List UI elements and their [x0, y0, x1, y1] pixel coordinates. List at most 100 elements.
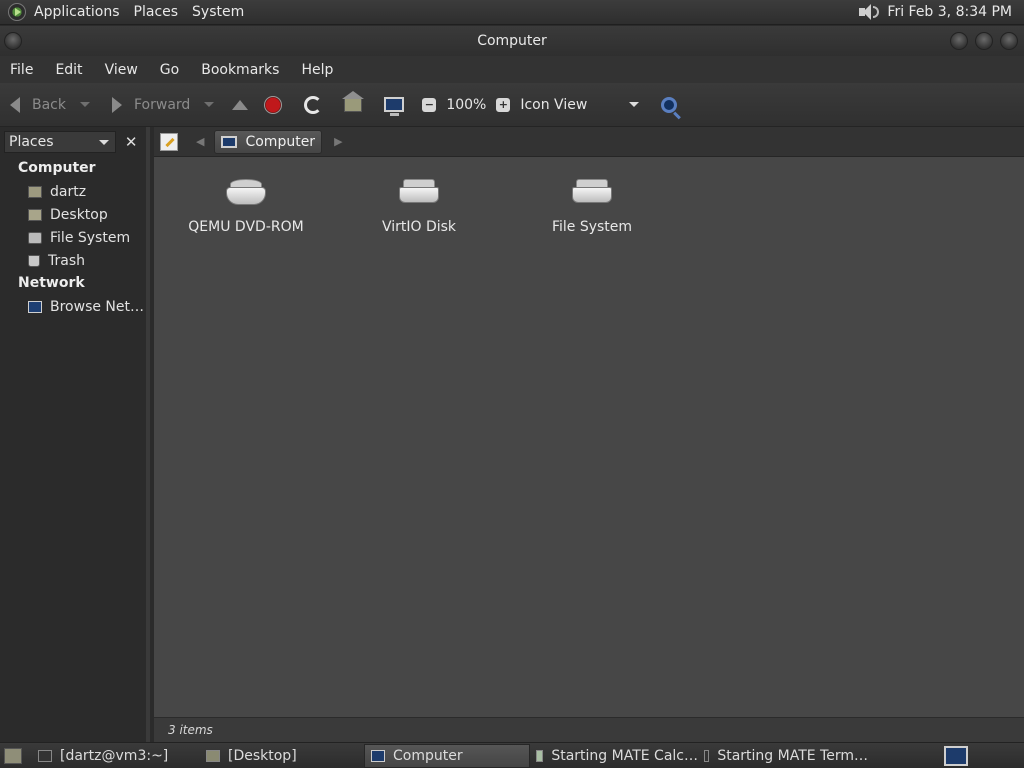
close-icon[interactable]: ✕	[120, 131, 142, 153]
file-item-virtio-disk[interactable]: VirtIO Disk	[344, 175, 494, 235]
computer-icon[interactable]	[384, 97, 405, 116]
sidebar-item-browse-network[interactable]: Browse Net…	[0, 295, 146, 318]
window-menu-button[interactable]	[4, 32, 22, 50]
sidebar-item-label: dartz	[50, 183, 87, 200]
clock[interactable]: Fri Feb 3, 8:34 PM	[887, 4, 1012, 20]
trash-icon	[28, 254, 40, 267]
volume-icon[interactable]	[857, 3, 880, 21]
zoom-out-icon[interactable]: −	[422, 97, 437, 112]
taskbar-label: Starting MATE Calc…	[551, 747, 698, 764]
sidebar-item-desktop[interactable]: Desktop	[0, 203, 146, 226]
taskbar-label: Computer	[393, 747, 463, 764]
taskbar-label: [Desktop]	[228, 747, 297, 764]
sidebar-item-label: File System	[50, 229, 131, 246]
hard-disk-icon	[28, 231, 42, 244]
menu-file[interactable]: File	[10, 62, 33, 78]
computer-icon	[371, 749, 385, 762]
location-bar: ◀ Computer ▶	[154, 127, 1024, 157]
bottom-panel: [dartz@vm3:~] [Desktop] Computer Startin…	[0, 742, 1024, 768]
menu-go[interactable]: Go	[160, 62, 179, 78]
breadcrumb-label: Computer	[245, 133, 316, 150]
breadcrumb-computer[interactable]: Computer	[214, 129, 323, 154]
sidebar-item-label: Trash	[48, 252, 85, 269]
taskbar-label: Starting MATE Term…	[717, 747, 868, 764]
side-pane-header: Places ✕	[0, 127, 146, 157]
sidebar-item-dartz[interactable]: dartz	[0, 180, 146, 203]
calculator-icon	[536, 749, 544, 762]
sidebar-item-trash[interactable]: Trash	[0, 249, 146, 272]
forward-button[interactable]: Forward	[112, 96, 215, 113]
reload-icon[interactable]	[304, 95, 323, 114]
top-panel: Applications Places System Fri Feb 3, 8:…	[0, 0, 1024, 25]
forward-arrow-icon	[112, 96, 122, 113]
system-menu[interactable]: System	[192, 4, 244, 20]
status-text: 3 items	[168, 723, 213, 737]
zoom-level[interactable]: 100%	[446, 97, 486, 113]
view-mode-label: Icon View	[520, 96, 588, 113]
applications-menu[interactable]: Applications	[34, 4, 120, 20]
taskbar-item-computer[interactable]: Computer	[364, 743, 530, 768]
file-view[interactable]: QEMU DVD-ROM VirtIO Disk File System	[154, 157, 1024, 717]
optical-drive-icon	[224, 175, 268, 207]
breadcrumb-right-arrow-icon[interactable]: ▶	[334, 135, 342, 148]
sidebar-section-network: Network	[18, 275, 85, 291]
back-arrow-icon	[10, 96, 20, 113]
close-button[interactable]	[1000, 32, 1018, 50]
taskbar-item-mate-calc[interactable]: Starting MATE Calc…	[530, 744, 698, 768]
hard-disk-icon	[570, 175, 614, 207]
back-label: Back	[32, 96, 66, 113]
menu-edit[interactable]: Edit	[55, 62, 82, 78]
desktop-folder-icon	[28, 208, 42, 221]
search-icon[interactable]	[661, 96, 678, 113]
toolbar: Back Forward − 100% + Icon View	[0, 83, 1024, 127]
taskbar-item-terminal[interactable]: [dartz@vm3:~]	[32, 744, 200, 768]
chevron-down-icon	[629, 102, 640, 107]
home-folder-icon[interactable]	[342, 90, 365, 112]
places-menu[interactable]: Places	[134, 4, 179, 20]
file-item-file-system[interactable]: File System	[517, 175, 667, 235]
menu-view[interactable]: View	[105, 62, 138, 78]
minimize-button[interactable]	[950, 32, 968, 50]
window-title: Computer	[477, 33, 547, 49]
zoom-in-icon[interactable]: +	[496, 97, 511, 112]
menu-bookmarks[interactable]: Bookmarks	[201, 62, 279, 78]
workspace-switcher[interactable]	[944, 745, 968, 766]
hard-disk-icon	[397, 175, 441, 207]
file-label: File System	[551, 219, 633, 235]
home-folder-icon	[28, 185, 42, 198]
terminal-icon	[704, 749, 710, 762]
menubar: File Edit View Go Bookmarks Help	[0, 56, 1024, 83]
side-pane-selector-label: Places	[9, 134, 54, 150]
file-item-qemu-dvd-rom[interactable]: QEMU DVD-ROM	[171, 175, 321, 235]
back-button[interactable]: Back	[10, 96, 90, 113]
show-desktop-icon[interactable]	[4, 747, 22, 764]
stop-icon[interactable]	[264, 95, 283, 114]
maximize-button[interactable]	[975, 32, 993, 50]
forward-label: Forward	[134, 96, 191, 113]
taskbar-label: [dartz@vm3:~]	[60, 747, 169, 764]
folder-icon	[206, 749, 220, 762]
window-titlebar[interactable]: Computer	[0, 26, 1024, 56]
back-history-chevron-icon[interactable]	[80, 102, 90, 107]
side-pane-selector[interactable]: Places	[4, 131, 117, 153]
network-icon	[28, 300, 42, 313]
sidebar-item-label: Desktop	[50, 206, 108, 223]
side-pane: Places ✕ Computer dartz Desktop File Sys…	[0, 127, 150, 742]
edit-location-icon[interactable]	[160, 132, 178, 151]
chevron-down-icon	[99, 139, 110, 145]
sidebar-section-computer: Computer	[18, 160, 96, 176]
view-mode-select[interactable]: Icon View	[520, 96, 640, 113]
mate-logo-icon[interactable]	[8, 3, 26, 21]
terminal-icon	[38, 749, 52, 762]
forward-history-chevron-icon[interactable]	[204, 102, 215, 107]
file-label: QEMU DVD-ROM	[188, 219, 304, 235]
taskbar-item-mate-terminal[interactable]: Starting MATE Term…	[698, 744, 868, 768]
sidebar-item-label: Browse Net…	[50, 298, 145, 315]
up-arrow-icon[interactable]	[232, 99, 249, 110]
menu-help[interactable]: Help	[301, 62, 333, 78]
taskbar-item-desktop[interactable]: [Desktop]	[200, 744, 364, 768]
file-label: VirtIO Disk	[381, 219, 457, 235]
breadcrumb-left-arrow-icon[interactable]: ◀	[196, 135, 204, 148]
sidebar-item-file-system[interactable]: File System	[0, 226, 146, 249]
computer-icon	[221, 135, 238, 148]
